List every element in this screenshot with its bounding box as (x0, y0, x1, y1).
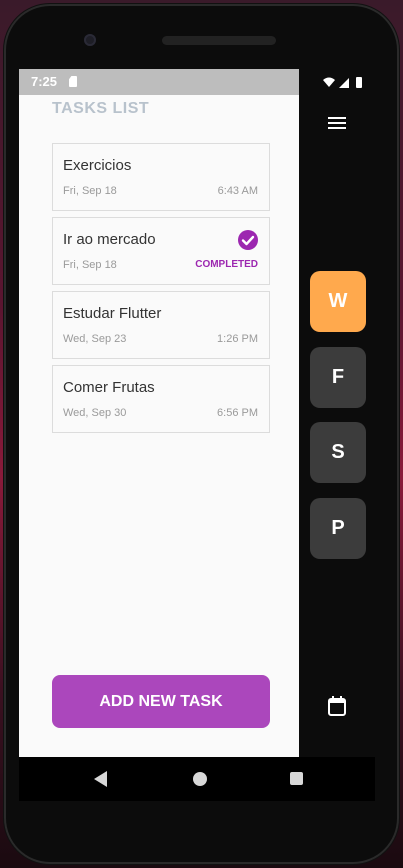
calendar-icon[interactable] (328, 696, 346, 716)
earpiece-speaker (162, 36, 276, 45)
android-nav-bar (19, 757, 375, 801)
task-name: Estudar Flutter (63, 305, 162, 322)
back-icon[interactable] (94, 771, 107, 787)
task-time: 6:56 PM (217, 407, 258, 419)
status-icons (323, 77, 362, 88)
front-camera (84, 34, 96, 46)
task-card-ir-ao-mercado[interactable]: Ir ao mercado Fri, Sep 18 COMPLETED (52, 217, 270, 285)
task-date: Fri, Sep 18 (63, 259, 117, 271)
home-icon[interactable] (193, 772, 207, 786)
task-time: 6:43 AM (217, 185, 258, 197)
task-time: 1:26 PM (217, 333, 258, 345)
letter-button-s[interactable]: S (310, 422, 366, 483)
task-card-exercicios[interactable]: Exercicios Fri, Sep 18 6:43 AM (52, 143, 270, 211)
task-date: Wed, Sep 30 (63, 407, 127, 419)
add-new-task-button[interactable]: ADD NEW TASK (52, 675, 270, 728)
app-screen: 7:25 TASKS LIST Exercicios Fri, Sep 18 6… (19, 69, 299, 757)
page-title: TASKS LIST (52, 100, 150, 117)
status-time: 7:25 (31, 74, 58, 89)
signal-icon (339, 78, 349, 88)
battery-icon (356, 77, 362, 88)
task-name: Comer Frutas (63, 379, 155, 396)
task-card-comer-frutas[interactable]: Comer Frutas Wed, Sep 30 6:56 PM (52, 365, 270, 433)
task-card-estudar-flutter[interactable]: Estudar Flutter Wed, Sep 23 1:26 PM (52, 291, 270, 359)
letter-button-w[interactable]: W (310, 271, 366, 332)
status-bar: 7:25 (19, 69, 299, 95)
recents-icon[interactable] (290, 772, 303, 785)
task-date: Wed, Sep 23 (63, 333, 127, 345)
task-name: Ir ao mercado (63, 231, 156, 248)
letter-button-p[interactable]: P (310, 498, 366, 559)
status-badge: COMPLETED (195, 259, 258, 270)
task-date: Fri, Sep 18 (63, 185, 117, 197)
menu-icon[interactable] (328, 117, 346, 131)
wifi-icon (323, 77, 335, 87)
main-content: TASKS LIST Exercicios Fri, Sep 18 6:43 A… (19, 95, 299, 757)
task-name: Exercicios (63, 157, 132, 174)
letter-button-f[interactable]: F (310, 347, 366, 408)
sd-card-icon (69, 76, 77, 87)
check-circle-icon[interactable] (238, 230, 258, 250)
